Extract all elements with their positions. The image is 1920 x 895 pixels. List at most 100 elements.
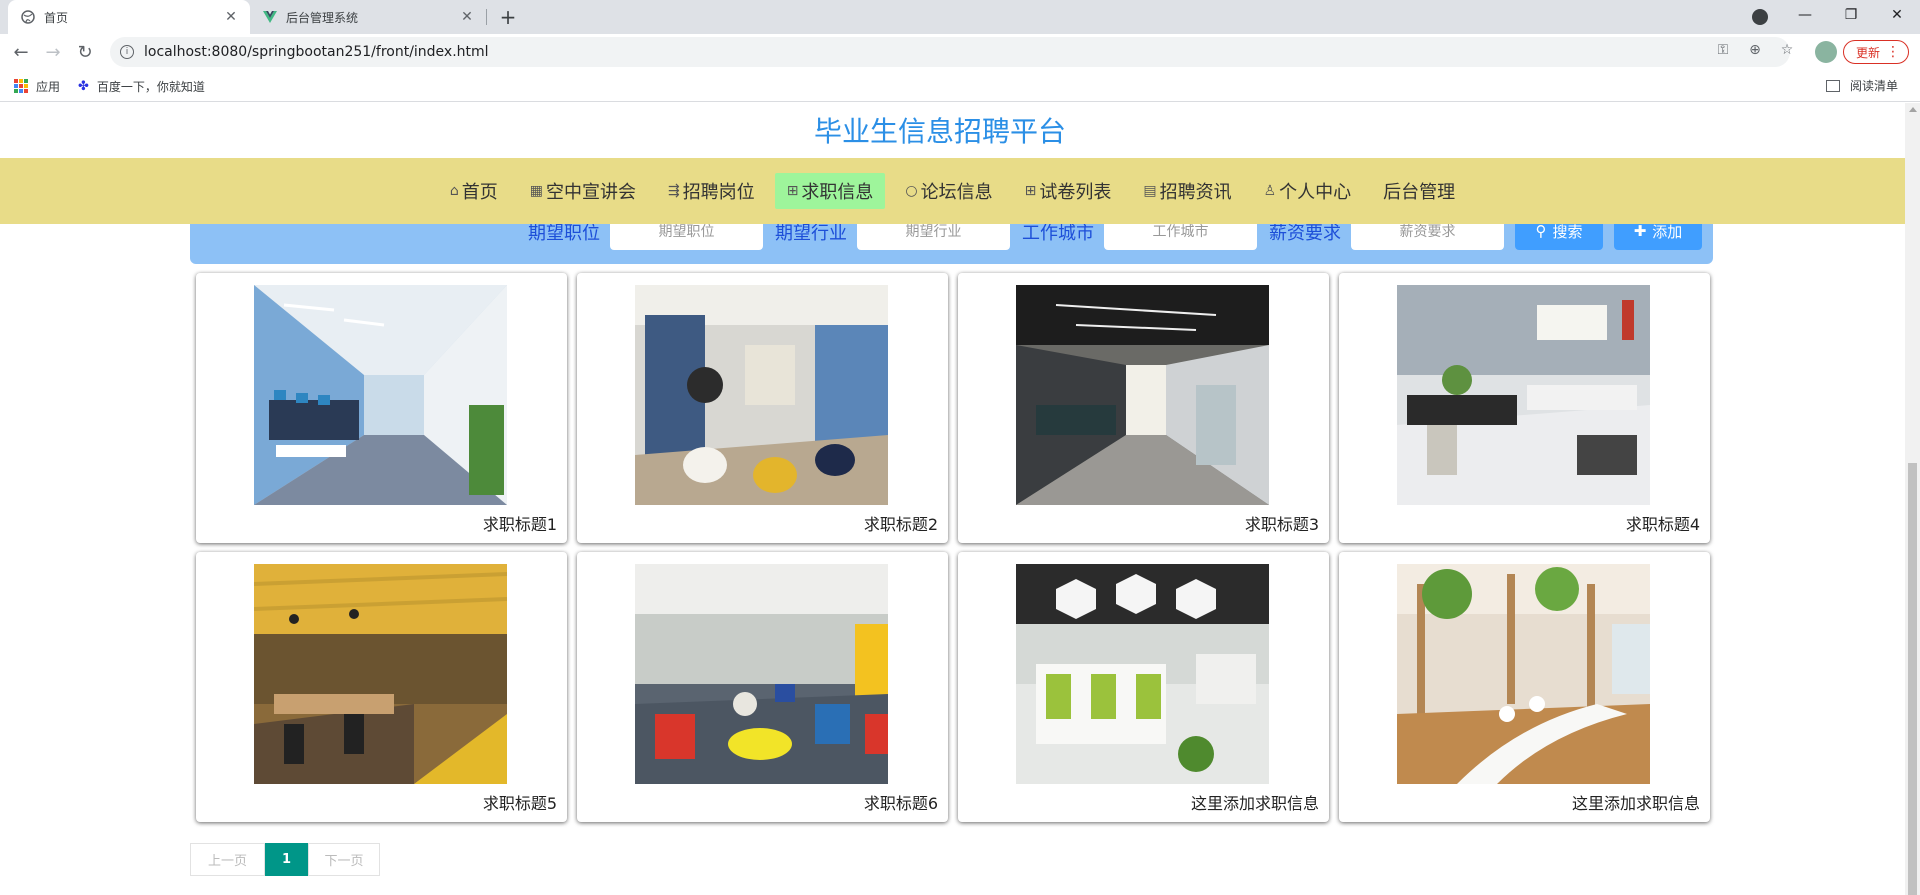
star-icon[interactable]: ☆: [1778, 41, 1796, 59]
info-icon[interactable]: i: [120, 45, 134, 59]
nav-label: 个人中心: [1279, 182, 1352, 203]
card-title: 求职标题2: [863, 515, 938, 534]
job-card[interactable]: 这里添加求职信息: [958, 552, 1329, 822]
nav-item-job-seeking[interactable]: ⊞ 求职信息: [774, 173, 886, 209]
scroll-up-icon[interactable]: [1909, 107, 1917, 112]
job-card[interactable]: 这里添加求职信息: [1339, 552, 1710, 822]
nav-label: 求职信息: [801, 182, 874, 203]
new-tab-button[interactable]: +: [496, 5, 520, 29]
url-text[interactable]: localhost:8080/springbootan251/front/ind…: [144, 44, 489, 60]
prev-page-button[interactable]: 上一页: [190, 843, 265, 876]
key-icon[interactable]: ⚿: [1714, 41, 1732, 59]
card-title: 这里添加求职信息: [1571, 794, 1700, 813]
card-title: 求职标题3: [1244, 515, 1319, 534]
office-photo: [1397, 564, 1650, 784]
search-button-label: 搜索: [1552, 224, 1583, 241]
nav-item-jobs[interactable]: ⇶ 招聘岗位: [656, 173, 767, 209]
baidu-paw-icon: ✤: [78, 78, 89, 94]
search-button[interactable]: ⚲ 搜索: [1515, 224, 1603, 250]
avatar[interactable]: [1815, 41, 1837, 63]
minimize-button[interactable]: —: [1782, 0, 1828, 30]
update-button[interactable]: 更新 ⋮: [1843, 40, 1909, 64]
card-title: 求职标题1: [482, 515, 557, 534]
globe-icon: [20, 9, 36, 25]
add-button[interactable]: ✚ 添加: [1614, 224, 1702, 250]
search-label-position: 期望职位: [528, 224, 600, 244]
tab-separator: [486, 9, 487, 25]
browser-tab-bar: 首页 ✕ 后台管理系统 ✕ + — ❐ ✕: [0, 0, 1920, 34]
nav-item-home[interactable]: ⌂ 首页: [438, 173, 510, 209]
search-label-city: 工作城市: [1022, 224, 1094, 244]
card-title: 这里添加求职信息: [1190, 794, 1319, 813]
job-card[interactable]: 求职标题6: [577, 552, 948, 822]
nav-label: 招聘岗位: [682, 182, 755, 203]
office-photo: [635, 564, 888, 784]
reading-list-icon: [1825, 79, 1840, 92]
browser-toolbar: ← → ↻ i localhost:8080/springbootan251/f…: [0, 34, 1920, 70]
browser-tab-admin[interactable]: 后台管理系统 ✕: [250, 0, 486, 34]
forward-arrow-icon[interactable]: →: [42, 41, 64, 63]
job-card[interactable]: 求职标题2: [577, 273, 948, 543]
page-number-button[interactable]: 1: [265, 843, 308, 876]
reading-list[interactable]: 阅读清单: [1825, 77, 1898, 94]
nav-item-admin[interactable]: 后台管理: [1371, 173, 1467, 209]
close-icon[interactable]: ✕: [458, 8, 476, 26]
tab-title: 首页: [44, 10, 69, 25]
page-viewport: 毕业生信息招聘平台 ⌂ 首页 ▦ 空中宣讲会 ⇶ 招聘岗位 ⊞ 求职信息 ○ 论坛信息 ⊞…: [0, 103, 1905, 895]
tab-title: 后台管理系统: [286, 10, 359, 25]
user-icon: ♙: [1263, 183, 1277, 199]
gift-icon: ⊞: [786, 183, 799, 199]
bookmark-apps[interactable]: 应用: [14, 77, 60, 95]
page-scrollbar[interactable]: [1905, 103, 1920, 895]
update-label: 更新: [1856, 45, 1881, 60]
nav-item-profile[interactable]: ♙ 个人中心: [1252, 173, 1364, 209]
reading-list-label: 阅读清单: [1849, 79, 1898, 93]
bookmark-label: 应用: [36, 79, 61, 94]
job-card[interactable]: 求职标题1: [196, 273, 567, 543]
nav-item-forum[interactable]: ○ 论坛信息: [893, 173, 1004, 209]
scrollbar-thumb[interactable]: [1908, 463, 1917, 895]
apps-grid-icon: [14, 79, 28, 93]
job-card[interactable]: 求职标题5: [196, 552, 567, 822]
window-close-button[interactable]: ✕: [1874, 0, 1920, 30]
close-icon[interactable]: ✕: [222, 8, 240, 26]
bookmark-label: 百度一下，你就知道: [96, 79, 205, 94]
office-photo: [1016, 564, 1269, 784]
industry-input[interactable]: 期望行业: [857, 224, 1010, 250]
next-page-button[interactable]: 下一页: [308, 843, 380, 876]
grid-icon: ▦: [529, 183, 543, 199]
salary-input[interactable]: 薪资要求: [1351, 224, 1504, 250]
sliders-icon: ⇶: [667, 183, 680, 199]
nav-label: 论坛信息: [920, 182, 993, 203]
nav-label: 招聘资讯: [1159, 182, 1232, 203]
office-photo: [1016, 285, 1269, 505]
home-icon: ⌂: [449, 183, 459, 199]
nav-item-seminar[interactable]: ▦ 空中宣讲会: [518, 173, 648, 209]
vue-logo-icon: [262, 9, 278, 25]
city-input[interactable]: 工作城市: [1104, 224, 1257, 250]
more-menu-icon[interactable]: ⋮: [1886, 44, 1900, 60]
nav-item-exams[interactable]: ⊞ 试卷列表: [1013, 173, 1124, 209]
card-title: 求职标题5: [482, 794, 557, 813]
office-photo: [254, 564, 507, 784]
job-card[interactable]: 求职标题4: [1339, 273, 1710, 543]
add-button-label: 添加: [1652, 224, 1683, 241]
position-input[interactable]: 期望职位: [610, 224, 763, 250]
search-label-industry: 期望行业: [775, 224, 847, 244]
address-bar[interactable]: i localhost:8080/springbootan251/front/i…: [110, 37, 1790, 67]
restore-button[interactable]: ❐: [1828, 0, 1874, 30]
search-label-salary: 薪资要求: [1269, 224, 1341, 244]
nav-item-news[interactable]: ▤ 招聘资讯: [1131, 173, 1243, 209]
zoom-icon[interactable]: ⊕: [1746, 41, 1764, 59]
chat-bubble-icon: ○: [905, 183, 918, 199]
bookmark-baidu[interactable]: ✤ 百度一下，你就知道: [78, 77, 205, 95]
job-card[interactable]: 求职标题3: [958, 273, 1329, 543]
back-arrow-icon[interactable]: ←: [10, 41, 32, 63]
nav-label: 空中宣讲会: [545, 182, 636, 203]
main-nav: ⌂ 首页 ▦ 空中宣讲会 ⇶ 招聘岗位 ⊞ 求职信息 ○ 论坛信息 ⊞ 试卷列表 ▤ 招聘资讯…: [0, 158, 1905, 224]
tab-search-icon[interactable]: [1752, 9, 1768, 25]
browser-tab-home[interactable]: 首页 ✕: [8, 0, 250, 34]
reload-icon[interactable]: ↻: [74, 41, 96, 63]
bookmarks-bar: 应用 ✤ 百度一下，你就知道 阅读清单: [0, 70, 1920, 102]
news-icon: ▤: [1143, 183, 1157, 199]
